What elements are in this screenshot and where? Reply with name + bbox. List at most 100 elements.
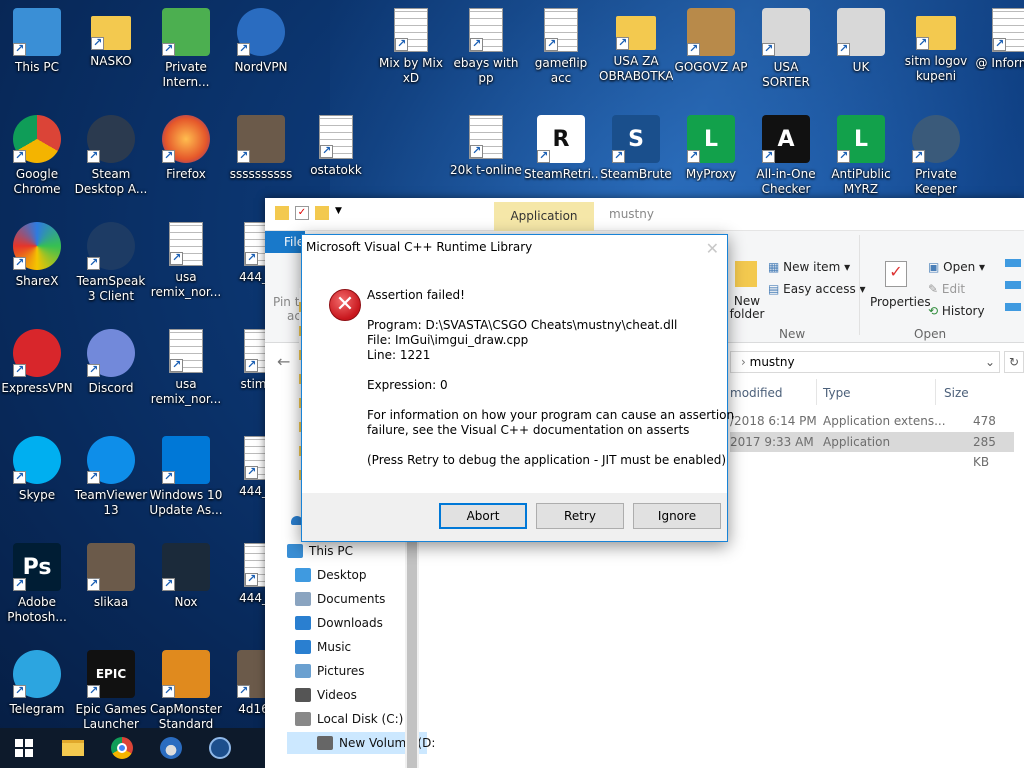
discord-icon bbox=[87, 329, 135, 377]
desktop-icon[interactable]: Discord bbox=[74, 327, 148, 427]
documents-icon bbox=[295, 592, 311, 606]
file-row[interactable]: /2018 6:14 PMApplication extens...478 KB bbox=[730, 411, 1014, 448]
qat-dropdown-icon[interactable]: ▼ bbox=[335, 206, 349, 220]
desktop-icon[interactable]: Skype bbox=[0, 434, 74, 534]
desktop-icon-label: ostatokk bbox=[310, 163, 362, 177]
shortcut-arrow-icon bbox=[87, 469, 100, 484]
shortcut-arrow-icon bbox=[13, 576, 26, 591]
nav-scrollbar-thumb[interactable] bbox=[407, 538, 417, 768]
file-type: Application bbox=[823, 435, 891, 449]
refresh-icon[interactable]: ↻ bbox=[1004, 351, 1024, 373]
column-separator[interactable] bbox=[816, 379, 817, 405]
tab-application-tools[interactable]: Application Tools bbox=[494, 202, 594, 252]
chrome-icon[interactable] bbox=[110, 736, 134, 760]
history-button[interactable]: ⟲ History bbox=[928, 304, 985, 318]
s-app-icon: S bbox=[612, 115, 660, 163]
tab-file[interactable]: File bbox=[265, 231, 305, 253]
desktop-icon[interactable]: USA ZA OBRABOTKA bbox=[599, 6, 673, 106]
new-folder-icon[interactable] bbox=[315, 206, 329, 220]
desktop-icon-label: All-in-One Checker bbox=[756, 167, 816, 196]
desktop-icon[interactable]: UK bbox=[824, 6, 898, 106]
desktop-icon[interactable]: TeamViewer 13 bbox=[74, 434, 148, 534]
desktop-icon[interactable]: @ Informat bbox=[972, 6, 1024, 106]
assertion-heading: Assertion failed! bbox=[367, 288, 465, 302]
column-separator[interactable] bbox=[935, 379, 936, 405]
address-bar[interactable]: › mustny ⌄ bbox=[730, 351, 1000, 373]
desktop-icon-label: usa remix_nor... bbox=[150, 377, 222, 406]
desktop-icon-label: ExpressVPN bbox=[1, 381, 73, 395]
desktop-icon[interactable]: Google Chrome bbox=[0, 113, 74, 213]
edit-button[interactable]: ✎ Edit bbox=[928, 282, 965, 296]
file-size: 285 KB bbox=[973, 435, 996, 469]
nav-item[interactable]: Local Disk (C:) bbox=[287, 708, 403, 730]
column-size[interactable]: Size bbox=[944, 386, 969, 400]
desktop-icon-label: NordVPN bbox=[234, 60, 288, 74]
nav-item-label: Videos bbox=[317, 688, 357, 702]
teamspeak-icon bbox=[87, 222, 135, 270]
desktop-icon[interactable]: usa remix_nor... bbox=[149, 220, 223, 320]
windows-start-icon[interactable] bbox=[12, 736, 36, 760]
properties-check-icon[interactable]: ✓ bbox=[295, 206, 309, 220]
desktop-icon[interactable]: USA SORTER bbox=[749, 6, 823, 106]
vpn-lock-icon bbox=[162, 8, 210, 56]
column-date-modified[interactable]: modified bbox=[730, 386, 783, 400]
retry-button[interactable]: Retry bbox=[536, 503, 624, 529]
close-icon[interactable]: ✕ bbox=[706, 237, 719, 261]
desktop-icon[interactable]: ebays with pp bbox=[449, 6, 523, 106]
back-arrow-icon[interactable]: ← bbox=[277, 352, 290, 371]
quick-access-toolbar: ✓ ▼ bbox=[275, 206, 349, 220]
desktop-icon-label: sitm logov kupeni bbox=[904, 54, 968, 83]
desktop-icon[interactable]: NASKO bbox=[74, 6, 148, 106]
nav-item[interactable]: Videos bbox=[287, 684, 357, 706]
desktop-icon[interactable]: usa remix_nor... bbox=[149, 327, 223, 427]
desktop-icon[interactable]: ExpressVPN bbox=[0, 327, 74, 427]
desktop-icon-label: TeamSpeak 3 Client bbox=[76, 274, 146, 303]
shortcut-arrow-icon bbox=[470, 36, 483, 51]
desktop-icon[interactable]: This PC bbox=[0, 6, 74, 106]
new-folder-button[interactable]: New folder bbox=[729, 295, 765, 321]
nav-item[interactable]: Documents bbox=[287, 588, 385, 610]
abort-button[interactable]: Abort bbox=[439, 503, 527, 529]
shortcut-arrow-icon bbox=[837, 148, 850, 163]
column-type[interactable]: Type bbox=[823, 386, 851, 400]
nav-item[interactable]: This PC bbox=[265, 540, 353, 562]
desktop-icon[interactable]: sitm logov kupeni bbox=[899, 6, 973, 106]
thunderbird-icon[interactable] bbox=[159, 736, 183, 760]
nav-item[interactable]: Pictures bbox=[287, 660, 365, 682]
package-icon bbox=[687, 8, 735, 56]
shortcut-arrow-icon bbox=[245, 464, 258, 479]
shortcut-arrow-icon bbox=[162, 148, 175, 163]
file-explorer-icon[interactable] bbox=[61, 736, 85, 760]
new-item-button[interactable]: ▦ New item ▾ bbox=[768, 260, 850, 274]
icon-glyph: L bbox=[703, 126, 719, 152]
desktop-icon[interactable]: TeamSpeak 3 Client bbox=[74, 220, 148, 320]
select-all-icon[interactable] bbox=[1005, 259, 1021, 319]
desktop-icon[interactable]: Mix by Mix xD bbox=[374, 6, 448, 106]
nav-item[interactable]: Downloads bbox=[287, 612, 383, 634]
open-button[interactable]: ▣ Open ▾ bbox=[928, 260, 985, 274]
nav-item[interactable]: Desktop bbox=[287, 564, 367, 586]
teamviewer-icon bbox=[87, 436, 135, 484]
shortcut-arrow-icon bbox=[320, 143, 333, 158]
easy-access-label: Easy access bbox=[783, 282, 856, 296]
desktop-icon[interactable]: Steam Desktop A... bbox=[74, 113, 148, 213]
desktop-icon[interactable]: slikaa bbox=[74, 541, 148, 641]
address-dropdown-icon[interactable]: ⌄ bbox=[985, 352, 995, 372]
desktop-icon[interactable]: Nox bbox=[149, 541, 223, 641]
desktop-icon[interactable]: gameflip acc bbox=[524, 6, 598, 106]
desktop-icon[interactable]: GOGOVZ AP bbox=[674, 6, 748, 106]
folder-icon[interactable] bbox=[275, 206, 289, 220]
desktop-icon[interactable]: Firefox bbox=[149, 113, 223, 213]
desktop-icon[interactable]: NordVPN bbox=[224, 6, 298, 106]
desktop-icon[interactable]: ShareX bbox=[0, 220, 74, 320]
firefox-icon bbox=[162, 115, 210, 163]
easy-access-button[interactable]: ▤ Easy access ▾ bbox=[768, 282, 866, 296]
nav-item[interactable]: Music bbox=[287, 636, 351, 658]
properties-button[interactable]: Properties bbox=[870, 295, 931, 309]
file-row[interactable]: 2017 9:33 AM Application 285 KB bbox=[730, 432, 1014, 469]
desktop-icon[interactable]: Private Intern... bbox=[149, 6, 223, 106]
ignore-button[interactable]: Ignore bbox=[633, 503, 721, 529]
desktop-icon[interactable]: Ps Adobe Photosh... bbox=[0, 541, 74, 641]
teamspeak-icon[interactable] bbox=[208, 736, 232, 760]
desktop-icon[interactable]: Windows 10 Update As... bbox=[149, 434, 223, 534]
